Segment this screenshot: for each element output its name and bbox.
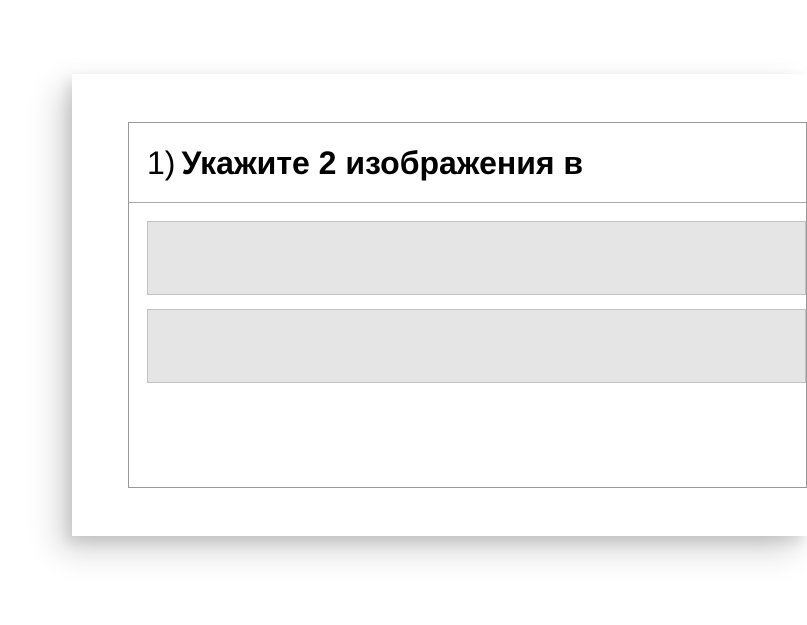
options-container bbox=[129, 203, 806, 409]
question-prompt: 1)Укажите 2 изображения в bbox=[129, 123, 806, 203]
question-number: 1) bbox=[147, 145, 175, 181]
option-slot-1[interactable] bbox=[147, 221, 806, 295]
form-card: 1)Укажите 2 изображения в bbox=[72, 74, 807, 536]
question-panel: 1)Укажите 2 изображения в bbox=[128, 122, 807, 488]
question-text: Укажите 2 изображения в bbox=[181, 145, 583, 181]
option-slot-2[interactable] bbox=[147, 309, 806, 383]
